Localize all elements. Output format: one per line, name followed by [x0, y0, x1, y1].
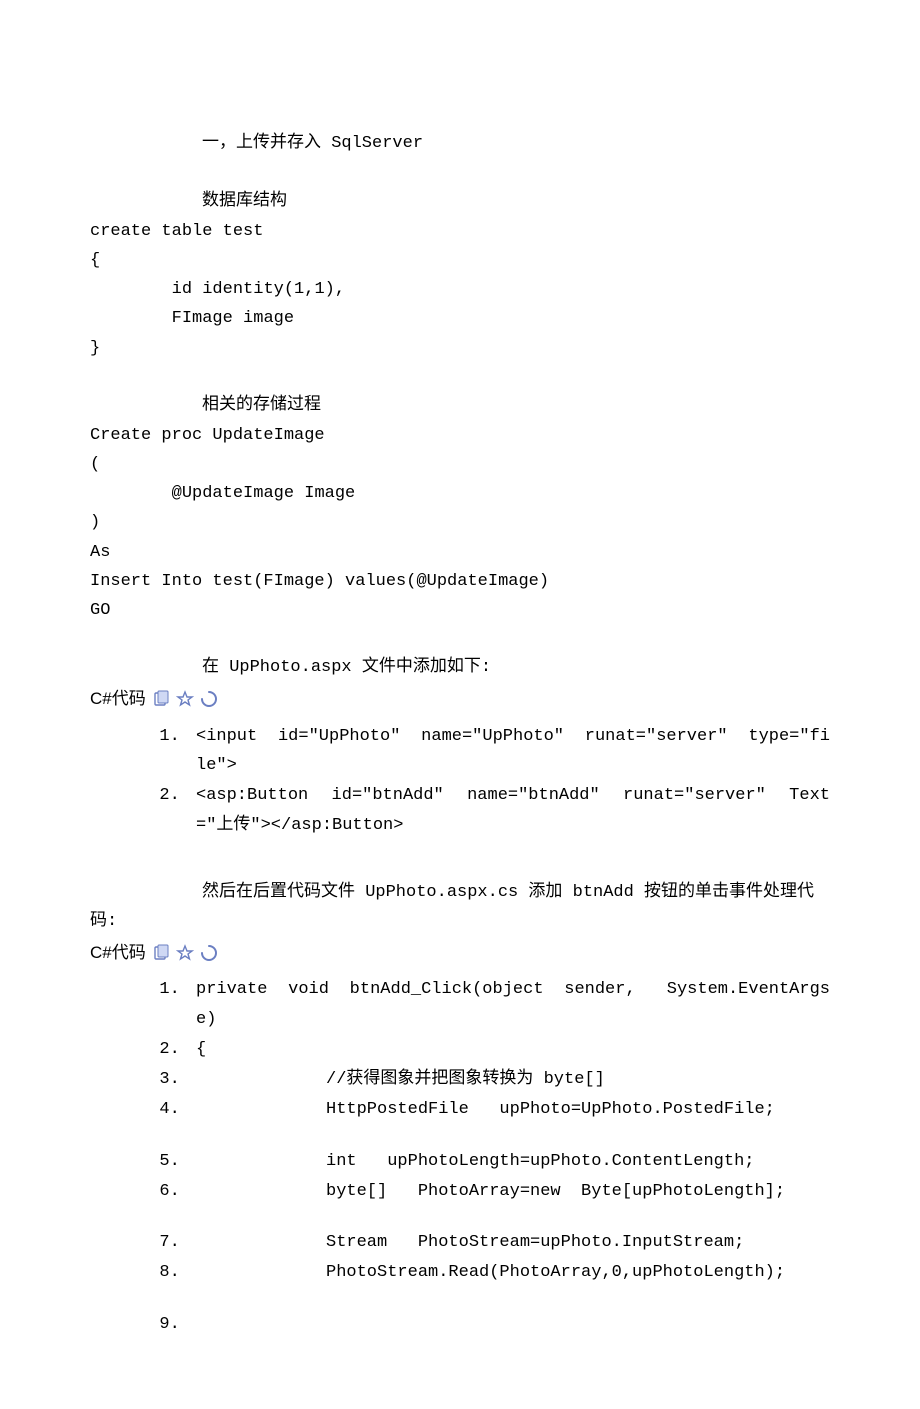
list-item: Stream PhotoStream=upPhoto.InputStream;: [190, 1228, 830, 1257]
paragraph-text: 然后在后置代码文件 UpPhoto.aspx.cs 添加 btnAdd 按钮的单…: [90, 883, 814, 931]
list-item: {: [190, 1035, 830, 1064]
code-line: id identity(1,1),: [90, 280, 345, 299]
sql-create-proc: Create proc UpdateImage ( @UpdateImage I…: [90, 421, 830, 626]
list-item: byte[] PhotoArray=new Byte[upPhotoLength…: [190, 1177, 830, 1206]
list-item: [190, 1310, 830, 1339]
code-line: PhotoStream.Read(PhotoArray,0,upPhotoLen…: [196, 1258, 785, 1287]
spinner-icon: [200, 690, 218, 708]
spinner-icon: [200, 944, 218, 962]
code-line: Create proc UpdateImage: [90, 426, 325, 445]
code-line: {: [196, 1040, 206, 1059]
code-line: }: [90, 339, 100, 358]
list-item: private void btnAdd_Click(object sender,…: [190, 975, 830, 1033]
list-item: <input id="UpPhoto" name="UpPhoto" runat…: [190, 722, 830, 780]
code-line: {: [90, 251, 100, 270]
code-line: (: [90, 455, 100, 474]
section-title: 一，上传并存入 SqlServer: [90, 130, 830, 159]
code-line: HttpPostedFile upPhoto=UpPhoto.PostedFil…: [196, 1095, 775, 1124]
sql-create-table: create table test { id identity(1,1), FI…: [90, 217, 830, 363]
document-page: 一，上传并存入 SqlServer 数据库结构 create table tes…: [0, 0, 920, 1409]
paragraph-codebehind: 然后在后置代码文件 UpPhoto.aspx.cs 添加 btnAdd 按钮的单…: [90, 879, 830, 937]
star-icon[interactable]: [176, 944, 194, 962]
list-item: PhotoStream.Read(PhotoArray,0,upPhotoLen…: [190, 1258, 830, 1287]
code-line: Stream PhotoStream=upPhoto.InputStream;: [196, 1228, 744, 1257]
code-line: @UpdateImage Image: [90, 484, 355, 503]
code-line: <asp:Button id="btnAdd" name="btnAdd" ru…: [196, 786, 830, 834]
code-line: private void btnAdd_Click(object sender,…: [196, 980, 850, 1028]
code-line: //获得图象并把图象转换为 byte[]: [196, 1065, 605, 1094]
subheading-db-structure: 数据库结构: [90, 188, 830, 217]
copy-icon[interactable]: [152, 690, 170, 708]
csharp-code-label-row-2: C#代码: [90, 939, 830, 968]
csharp-label: C#代码: [90, 685, 146, 714]
copy-icon[interactable]: [152, 944, 170, 962]
csharp-code-label-row: C#代码: [90, 685, 830, 714]
code-line: As: [90, 543, 110, 562]
list-item: int upPhotoLength=upPhoto.ContentLength;: [190, 1147, 830, 1176]
list-item: <asp:Button id="btnAdd" name="btnAdd" ru…: [190, 781, 830, 839]
list-item: //获得图象并把图象转换为 byte[]: [190, 1065, 830, 1094]
code-line: ): [90, 513, 100, 532]
code-line: FImage image: [90, 309, 294, 328]
code-block-2: private void btnAdd_Click(object sender,…: [90, 975, 830, 1338]
code-line: int upPhotoLength=upPhoto.ContentLength;: [196, 1147, 754, 1176]
subheading-aspx-add: 在 UpPhoto.aspx 文件中添加如下:: [90, 654, 830, 683]
code-line: create table test: [90, 222, 263, 241]
code-line: byte[] PhotoArray=new Byte[upPhotoLength…: [196, 1177, 785, 1206]
csharp-label: C#代码: [90, 939, 146, 968]
list-item: HttpPostedFile upPhoto=UpPhoto.PostedFil…: [190, 1095, 830, 1124]
star-icon[interactable]: [176, 690, 194, 708]
subheading-stored-proc: 相关的存储过程: [90, 392, 830, 421]
code-line: GO: [90, 601, 110, 620]
code-line: Insert Into test(FImage) values(@UpdateI…: [90, 572, 549, 591]
code-block-1: <input id="UpPhoto" name="UpPhoto" runat…: [90, 722, 830, 840]
code-line: <input id="UpPhoto" name="UpPhoto" runat…: [196, 727, 830, 775]
